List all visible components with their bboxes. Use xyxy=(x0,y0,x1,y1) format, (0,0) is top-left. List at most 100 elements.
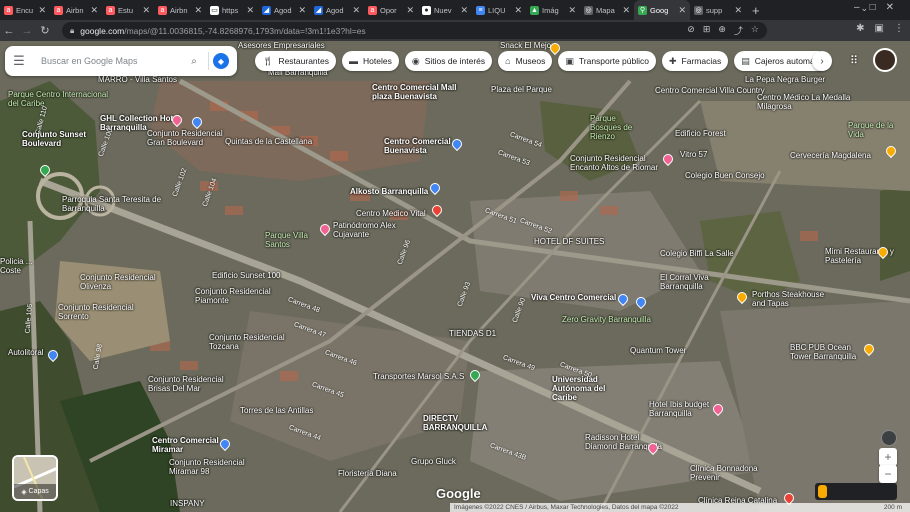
search-input[interactable]: Buscar en Google Maps xyxy=(33,56,184,66)
menu-icon[interactable]: ☰ xyxy=(5,53,33,69)
place-label[interactable]: Centro Comercial Mall plaza Buenavista xyxy=(372,83,467,101)
place-label[interactable]: Vitro 57 xyxy=(680,150,707,159)
place-label[interactable]: Patinódromo Alex Cujavante xyxy=(333,221,403,239)
street-view-control[interactable] xyxy=(815,483,897,500)
place-label[interactable]: MARRO - Villa Santos xyxy=(98,75,177,84)
close-icon[interactable]: ✕ xyxy=(90,5,98,16)
place-label[interactable]: INSPANY xyxy=(170,499,205,508)
place-label[interactable]: El Corral Viva Barranquilla xyxy=(660,273,740,291)
place-label[interactable]: Conjunto Residencial Sorrento xyxy=(58,303,143,321)
place-label[interactable]: Centro Comercial Buenavista xyxy=(384,137,479,155)
close-icon[interactable]: ✕ xyxy=(194,5,202,16)
place-label[interactable]: Autolitoral xyxy=(8,348,44,357)
tab-active[interactable]: ⚲ Goog ✕ xyxy=(634,0,690,20)
compass-icon[interactable] xyxy=(881,430,897,446)
new-tab-button[interactable]: + xyxy=(752,3,760,18)
place-label[interactable]: Cervecería Magdalena xyxy=(790,151,871,160)
star-icon[interactable]: ☆ xyxy=(751,24,759,37)
menu-icon[interactable]: ⋮ xyxy=(894,23,904,34)
reload-icon[interactable]: ↻ xyxy=(36,24,54,37)
search-box[interactable]: ☰ Buscar en Google Maps ⌕ ◆ xyxy=(5,46,237,76)
avatar[interactable] xyxy=(873,48,897,72)
close-icon[interactable]: ✕ xyxy=(246,5,254,16)
place-label[interactable]: Quantum Tower xyxy=(630,346,686,355)
zoom-in-button[interactable]: + xyxy=(879,448,897,466)
close-icon[interactable]: ✕ xyxy=(352,5,360,16)
place-label[interactable]: DIRECTV BARRANQUILLA xyxy=(423,414,493,432)
close-icon[interactable]: ✕ xyxy=(406,5,414,16)
place-label[interactable]: Snack El Mejor xyxy=(500,41,554,50)
blocked-icon[interactable]: ⊘ xyxy=(687,24,695,37)
chip-transit[interactable]: ▣ Transporte público xyxy=(558,51,656,71)
place-label[interactable]: Edificio Sunset 100 xyxy=(212,271,281,280)
place-label[interactable]: Clínica Bonnadona Prevenir xyxy=(690,464,785,482)
close-icon[interactable]: ✕ xyxy=(142,5,150,16)
place-label[interactable]: Conjunto Residencial Tozcana xyxy=(209,333,294,351)
close-icon[interactable]: ✕ xyxy=(298,5,306,16)
window-controls[interactable]: –□✕ xyxy=(854,2,904,13)
scale-bar[interactable]: 200 m xyxy=(884,504,902,511)
layers-button[interactable]: ◈ Capas xyxy=(12,455,58,501)
place-label[interactable]: Policia ... Coste xyxy=(0,257,40,275)
chip-hotels[interactable]: ▬ Hoteles xyxy=(342,51,399,71)
tab[interactable]: a Airbn ✕ xyxy=(154,0,206,20)
tab[interactable]: ≡ LIQU ✕ xyxy=(472,0,526,20)
park-label[interactable]: Parque Villa Santos xyxy=(265,231,320,249)
tab[interactable]: ▭ https ✕ xyxy=(206,0,258,20)
place-label[interactable]: Conjunto Residencial Piamonte xyxy=(195,287,280,305)
place-label[interactable]: Conjunto Residencial Gran Boulevard xyxy=(147,129,227,147)
back-icon[interactable]: ← xyxy=(0,25,18,37)
close-icon[interactable]: ✕ xyxy=(38,5,46,16)
place-label[interactable]: Viva Centro Comercial xyxy=(531,293,616,302)
place-label[interactable]: Conjunto Residencial Olivenza xyxy=(80,273,160,291)
tab[interactable]: ◢ Agod ✕ xyxy=(258,0,310,20)
close-icon[interactable]: ✕ xyxy=(622,5,630,16)
close-icon[interactable]: ✕ xyxy=(568,5,576,16)
place-label[interactable]: Edificio Forest xyxy=(675,129,726,138)
place-label[interactable]: TIENDAS D1 xyxy=(449,329,496,338)
place-label[interactable]: HOTEL DF SUITES xyxy=(534,237,604,246)
place-label[interactable]: Parroquia Santa Teresita de Barranquilla xyxy=(62,195,177,213)
zoom-icon[interactable]: ⊕ xyxy=(718,24,726,37)
forward-icon[interactable]: → xyxy=(18,25,36,37)
place-label[interactable]: Conjunto Residencial Miramar 98 xyxy=(169,458,254,476)
tab[interactable]: ◎ Mapa ✕ xyxy=(580,0,634,20)
place-label[interactable]: Universidad Autónoma del Caribe xyxy=(552,375,607,402)
tab[interactable]: a Opor ✕ xyxy=(364,0,418,20)
directions-icon[interactable]: ◆ xyxy=(213,53,229,69)
place-label[interactable]: Floristería Diana xyxy=(338,469,397,478)
place-label[interactable]: Colegio Biffi La Salle xyxy=(660,249,734,258)
pegman-icon[interactable] xyxy=(818,485,827,498)
place-label[interactable]: Quintas de la Castellana xyxy=(225,137,312,146)
chip-museums[interactable]: ⌂ Museos xyxy=(498,51,553,71)
place-label[interactable]: Torres de las Antillas xyxy=(240,406,313,415)
url-input[interactable]: 🔒︎ google.com/maps/@11.0036815,-74.82689… xyxy=(62,22,767,39)
chip-pharmacies[interactable]: ✚ Farmacias xyxy=(661,51,729,71)
place-label[interactable]: Conjunto Residencial Encanto Altos de Ri… xyxy=(570,154,670,172)
tab[interactable]: a Encu ✕ xyxy=(0,0,50,20)
close-icon[interactable]: ✕ xyxy=(460,5,468,16)
tab[interactable]: a Airbn ✕ xyxy=(50,0,102,20)
place-label[interactable]: Colegio Buen Consejo xyxy=(685,171,765,180)
place-label[interactable]: Grupo Gluck xyxy=(411,457,456,466)
place-label[interactable]: Transportes Marsol S.A.S xyxy=(373,372,464,381)
tab[interactable]: ● Nuev ✕ xyxy=(418,0,472,20)
search-icon[interactable]: ⌕ xyxy=(184,56,204,67)
chips-next-button[interactable]: › xyxy=(812,51,832,71)
tab[interactable]: ▲ Imág ✕ xyxy=(526,0,580,20)
lock-icon[interactable]: 🔒︎ xyxy=(70,26,74,36)
chip-attractions[interactable]: ◉ Sitios de interés xyxy=(404,51,493,71)
tab[interactable]: ◎ supp ✕ xyxy=(690,0,746,20)
chip-restaurants[interactable]: 🍴︎ Restaurantes xyxy=(255,51,336,71)
apps-grid-icon[interactable]: ⠿ xyxy=(850,54,858,67)
place-label[interactable]: Asesores Empresariales xyxy=(238,41,325,50)
tab[interactable]: a Estu ✕ xyxy=(102,0,154,20)
extensions-icon[interactable]: ✱ xyxy=(856,23,864,34)
place-label[interactable]: La Pepa Negra Burger xyxy=(745,75,840,84)
place-label[interactable]: Conjunto Residencial Brisas Del Mar xyxy=(148,375,233,393)
zoom-out-button[interactable]: − xyxy=(879,465,897,483)
place-label[interactable]: Centro Médico La Medalla Milagrosa xyxy=(757,93,857,111)
place-label[interactable]: Centro Comercial Miramar xyxy=(152,436,222,454)
park-label[interactable]: Parque de la Vida xyxy=(848,121,908,139)
tab[interactable]: ◢ Agod ✕ xyxy=(310,0,364,20)
